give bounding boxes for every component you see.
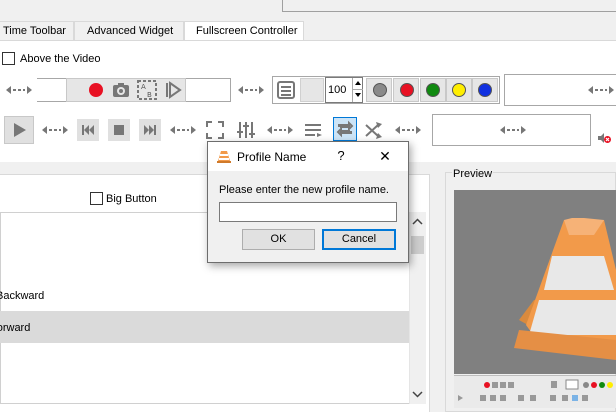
spacer-arrows-icon[interactable]: [6, 85, 32, 95]
gray-dot-icon: [373, 83, 387, 97]
big-button-label: Big Button: [106, 193, 157, 205]
preview-toolbar-mini: [454, 375, 616, 408]
above-video-label: Above the Video: [20, 53, 101, 65]
list-item-selected-row[interactable]: [0, 311, 409, 343]
loop-button[interactable]: [333, 117, 357, 141]
red-dot-icon: [400, 83, 414, 97]
ok-button[interactable]: OK: [242, 229, 315, 250]
tab-label: Fullscreen Controller: [196, 25, 298, 37]
previous-icon: [82, 125, 94, 135]
help-button[interactable]: ?: [332, 146, 350, 166]
volume-spinbox[interactable]: 100: [325, 77, 363, 103]
next-button[interactable]: [139, 119, 161, 141]
record-icon[interactable]: [85, 79, 107, 101]
playlist-icon[interactable]: [276, 80, 296, 100]
volume-value: 100: [328, 84, 347, 96]
previous-button[interactable]: [77, 119, 99, 141]
spacer-arrows-icon[interactable]: [238, 85, 264, 95]
snapshot-icon[interactable]: [111, 80, 131, 100]
stop-button[interactable]: [108, 119, 130, 141]
mute-icon[interactable]: [596, 130, 612, 146]
extended-settings-icon[interactable]: [303, 120, 323, 140]
preview-image: [454, 190, 616, 374]
chevron-down-icon: [355, 93, 361, 97]
spacer-arrows-icon[interactable]: [170, 125, 196, 135]
spin-up-button[interactable]: [352, 78, 363, 90]
spacer-arrows-icon[interactable]: [588, 85, 614, 95]
blue-dot-icon: [478, 83, 492, 97]
shuffle-icon[interactable]: [364, 120, 384, 140]
fullscreen-icon[interactable]: [205, 120, 225, 140]
ab-loop-icon[interactable]: AB: [137, 80, 157, 100]
blank-button[interactable]: [300, 78, 324, 102]
tab-advanced-widget[interactable]: Advanced Widget: [74, 21, 184, 41]
play-icon: [14, 123, 26, 137]
svg-text:B: B: [147, 91, 152, 99]
scroll-thumb[interactable]: [411, 236, 424, 254]
chevron-up-icon: [355, 81, 361, 85]
tab-label: Time Toolbar: [3, 25, 66, 37]
next-icon: [144, 125, 156, 135]
list-item-backward[interactable]: Backward: [0, 290, 44, 303]
stop-icon: [114, 125, 124, 135]
spin-down-button[interactable]: [352, 90, 363, 102]
big-button-checkbox[interactable]: [90, 192, 103, 205]
above-video-checkbox[interactable]: [2, 52, 15, 65]
scroll-up-icon[interactable]: [411, 216, 424, 228]
tab-label: Advanced Widget: [87, 25, 174, 37]
cancel-button[interactable]: Cancel: [322, 229, 396, 250]
play-button[interactable]: [4, 116, 34, 144]
equalizer-icon[interactable]: [236, 120, 256, 140]
spacer-arrows-icon[interactable]: [395, 125, 421, 135]
svg-text:A: A: [141, 83, 146, 91]
spacer-arrows-icon[interactable]: [42, 125, 68, 135]
close-button[interactable]: ✕: [374, 146, 396, 166]
dialog-title: Profile Name: [237, 150, 307, 164]
vlc-cone-icon: [217, 151, 231, 163]
yellow-dot-icon: [452, 83, 466, 97]
list-item-forward[interactable]: Forward: [0, 322, 30, 335]
dialog-prompt: Please enter the new profile name.: [219, 184, 389, 196]
preview-label: Preview: [452, 168, 494, 181]
profile-name-input[interactable]: [219, 202, 397, 222]
top-toolbar-box: [282, 0, 616, 12]
tab-fullscreen-controller[interactable]: Fullscreen Controller: [184, 21, 304, 41]
spacer-arrows-icon[interactable]: [267, 125, 293, 135]
scroll-down-icon[interactable]: [411, 388, 424, 400]
mini-controls-icon: [458, 379, 613, 401]
green-dot-icon: [426, 83, 440, 97]
spacer-arrows-icon[interactable]: [500, 125, 526, 135]
vlc-cone-icon: [514, 218, 616, 360]
tab-time-toolbar[interactable]: Time Toolbar: [0, 21, 74, 41]
loop-icon: [336, 120, 354, 138]
frame-by-frame-icon[interactable]: [163, 80, 183, 100]
